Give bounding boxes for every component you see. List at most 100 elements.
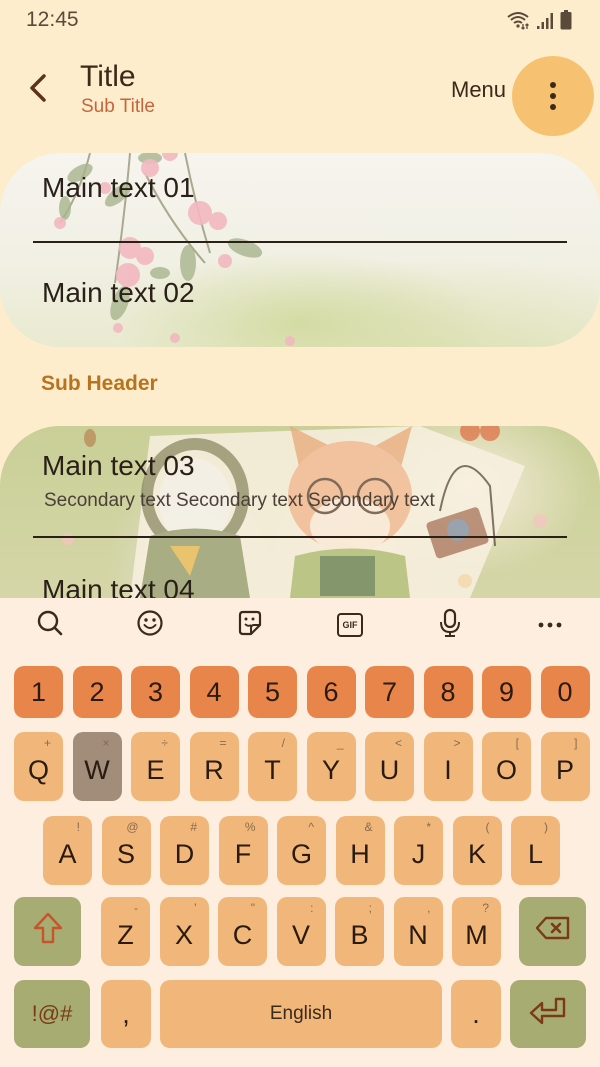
key-secondary-symbol: _ [336, 736, 344, 750]
key-9[interactable]: 9 [482, 666, 531, 718]
keyboard-search-button[interactable] [32, 608, 68, 642]
key-secondary-symbol: : [310, 901, 314, 915]
shift-icon [31, 911, 65, 952]
key-label: J [411, 839, 426, 869]
list-card-2: Main text 03 Secondary text Secondary te… [0, 426, 600, 598]
key-secondary-symbol: / [281, 736, 285, 750]
space-key[interactable]: English [160, 980, 442, 1048]
key-secondary-symbol: ; [368, 901, 372, 915]
key-y[interactable]: _ Y [306, 732, 356, 801]
key-label: 5 [264, 676, 281, 707]
key-secondary-symbol: ] [574, 736, 578, 750]
key-1[interactable]: 1 [14, 666, 63, 718]
key-s[interactable]: @ S [101, 816, 151, 885]
key-secondary-symbol: # [190, 820, 197, 834]
key-secondary-symbol: < [394, 736, 402, 750]
key-secondary-symbol: ! [76, 820, 80, 834]
page-subtitle: Sub Title [81, 96, 155, 117]
key-x[interactable]: ' X [159, 897, 209, 966]
back-button[interactable] [20, 70, 56, 110]
microphone-icon [438, 608, 462, 643]
key-a[interactable]: ! A [43, 816, 92, 885]
period-key[interactable]: . [451, 980, 501, 1048]
key-g[interactable]: ^ G [277, 816, 326, 885]
list-item[interactable]: Main text 01 [0, 153, 600, 241]
key-6[interactable]: 6 [306, 666, 356, 718]
key-p[interactable]: ] P [540, 732, 590, 801]
menu-button[interactable]: Menu [451, 77, 506, 103]
key-4[interactable]: 4 [189, 666, 239, 718]
chevron-left-icon [27, 73, 49, 108]
keyboard-gif-button[interactable]: GIF [332, 608, 368, 642]
key-label: D [174, 839, 195, 869]
key-label: 2 [89, 676, 105, 707]
status-bar: 12:45 [0, 0, 600, 42]
key-n[interactable]: ,N [393, 897, 443, 966]
backspace-key[interactable] [519, 897, 586, 966]
key-m[interactable]: ? M [452, 897, 501, 966]
more-vertical-icon [550, 82, 556, 110]
key-r[interactable]: = R [189, 732, 239, 801]
key-7[interactable]: 7 [365, 666, 414, 718]
key-secondary-symbol: ÷ [161, 736, 168, 750]
list-card-1: Main text 01 Main text 02 [0, 153, 600, 347]
shift-key[interactable] [14, 897, 81, 966]
key-o[interactable]: [O [482, 732, 531, 801]
list-item[interactable]: Main text 02 [0, 243, 600, 347]
key-label: K [467, 839, 486, 869]
key-label: 0 [557, 676, 573, 707]
key-h[interactable]: & H [335, 816, 385, 885]
key-l[interactable]: ) L [511, 816, 560, 885]
list-item[interactable]: Main text 04 [0, 538, 600, 598]
key-secondary-symbol: ) [544, 820, 548, 834]
key-label: N [408, 920, 428, 950]
key-c[interactable]: " C [218, 897, 267, 966]
keyboard-emoji-button[interactable] [132, 608, 168, 642]
more-options-button[interactable] [512, 56, 594, 136]
key-q[interactable]: + Q [14, 732, 63, 801]
key-f[interactable]: % F [218, 816, 268, 885]
key-0[interactable]: 0 [540, 666, 590, 718]
key-8[interactable]: 8 [423, 666, 473, 718]
key-2[interactable]: 2 [72, 666, 122, 718]
key-z[interactable]: -Z [101, 897, 150, 966]
key-label: O [495, 755, 517, 785]
comma-key[interactable]: , [101, 980, 151, 1048]
key-5[interactable]: 5 [248, 666, 297, 718]
list-item-main-text: Main text 01 [42, 172, 195, 203]
key-label: B [350, 920, 369, 950]
key-u[interactable]: < U [365, 732, 414, 801]
period-key-label: . [472, 998, 480, 1029]
enter-key[interactable] [510, 980, 586, 1048]
sub-header: Sub Header [41, 372, 158, 395]
key-secondary-symbol: × [102, 736, 110, 750]
key-3[interactable]: 3 [131, 666, 180, 718]
key-label: W [84, 755, 110, 785]
key-secondary-symbol: % [244, 820, 256, 834]
key-secondary-symbol: ? [482, 901, 489, 915]
key-i[interactable]: > I [423, 732, 473, 801]
key-secondary-symbol: , [427, 901, 431, 915]
list-item-main-text: Main text 03 [42, 450, 195, 481]
status-time: 12:45 [26, 8, 79, 31]
key-b[interactable]: ; B [335, 897, 384, 966]
key-w[interactable]: × W [72, 732, 122, 801]
key-e[interactable]: ÷ E [131, 732, 180, 801]
keyboard-voice-button[interactable] [432, 608, 468, 642]
key-v[interactable]: :V [276, 897, 326, 966]
emoji-icon [136, 609, 164, 642]
list-item-main-text: Main text 02 [42, 277, 195, 308]
key-j[interactable]: * J [394, 816, 443, 885]
key-d[interactable]: # D [160, 816, 209, 885]
key-label: X [174, 920, 193, 950]
keyboard-more-button[interactable] [532, 608, 568, 642]
backspace-icon [535, 916, 571, 947]
symbols-key[interactable]: !@# [14, 980, 90, 1048]
comma-key-label: , [122, 998, 130, 1029]
key-k[interactable]: (K [452, 816, 502, 885]
key-label: 4 [206, 676, 222, 707]
key-label: 3 [147, 676, 164, 707]
keyboard-sticker-button[interactable] [232, 608, 268, 642]
list-item[interactable]: Main text 03 Secondary text Secondary te… [0, 426, 600, 536]
key-t[interactable]: / T [248, 732, 297, 801]
